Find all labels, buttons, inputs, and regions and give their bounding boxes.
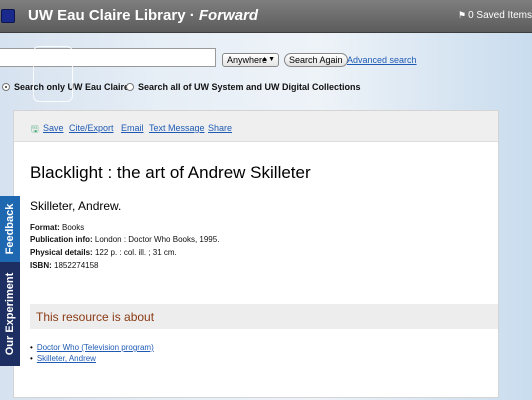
saved-items-link[interactable]: ⚑ 0 Saved Items — [458, 10, 532, 21]
saved-items-icon: ⚑ — [458, 10, 467, 20]
detail-publication: Publication info: London : Doctor Who Bo… — [30, 235, 219, 244]
record-panel: 🖫 Save Cite/Export Email Text Message Sh… — [13, 110, 499, 398]
search-scope-select[interactable]: Anywhere ▲▼ — [222, 53, 279, 67]
detail-publication-label: Publication info: — [30, 235, 93, 244]
site-title[interactable]: UW Eau Claire Library · Forward — [28, 7, 258, 24]
detail-format-label: Format: — [30, 223, 60, 232]
detail-format: Format: Books — [30, 223, 84, 232]
about-section-header: This resource is about — [30, 304, 498, 329]
saved-items-label: 0 Saved Items — [468, 10, 532, 21]
record-author: Skilleter, Andrew. — [30, 199, 122, 213]
save-icon: 🖫 — [31, 124, 39, 134]
save-link[interactable]: Save — [43, 123, 64, 133]
logo-icon — [1, 9, 15, 23]
detail-physical-value: 122 p. : col. ill. ; 31 cm. — [94, 248, 177, 257]
detail-isbn-label: ISBN: — [30, 261, 52, 270]
record-title: Blacklight : the art of Andrew Skilleter — [30, 163, 311, 182]
email-link[interactable]: Email — [121, 123, 144, 133]
detail-physical: Physical details: 122 p. : col. ill. ; 3… — [30, 248, 177, 257]
share-link[interactable]: Share — [208, 123, 232, 133]
radio-label-all: Search all of UW System and UW Digital C… — [138, 82, 361, 92]
detail-isbn-value: 1852274158 — [54, 261, 99, 270]
overlay-outline — [33, 46, 73, 102]
top-bar: UW Eau Claire Library · Forward ⚑ 0 Saved… — [0, 0, 532, 33]
detail-publication-value: London : Doctor Who Books, 1995. — [94, 235, 220, 244]
bullet-icon: • — [30, 343, 33, 352]
title-separator: · — [189, 7, 195, 24]
detail-isbn: ISBN: 1852274158 — [30, 261, 99, 270]
detail-format-value: Books — [62, 223, 85, 232]
record-toolbar: 🖫 Save Cite/Export Email Text Message Sh… — [14, 111, 498, 142]
feedback-tab[interactable]: Feedback — [0, 196, 20, 262]
bullet-icon: • — [30, 354, 33, 363]
text-message-link[interactable]: Text Message — [149, 123, 205, 133]
our-experiment-tab-label: Our Experiment — [4, 272, 16, 356]
site-title-text: UW Eau Claire Library — [28, 7, 186, 24]
detail-physical-label: Physical details: — [30, 248, 93, 257]
list-item: • Skilleter, Andrew — [30, 354, 96, 363]
subject-link-skilleter[interactable]: Skilleter, Andrew — [37, 354, 96, 363]
about-heading: This resource is about — [36, 310, 155, 324]
radio-search-all-uw[interactable] — [126, 83, 134, 91]
cite-export-link[interactable]: Cite/Export — [69, 123, 114, 133]
subject-link-doctor-who[interactable]: Doctor Who (Television program) — [37, 343, 154, 352]
advanced-search-link[interactable]: Advanced search — [347, 55, 417, 65]
feedback-tab-label: Feedback — [4, 203, 16, 255]
our-experiment-tab[interactable]: Our Experiment — [0, 262, 20, 366]
search-again-button[interactable]: Search Again — [284, 53, 348, 67]
list-item: • Doctor Who (Television program) — [30, 343, 154, 352]
radio-search-only-eau-claire[interactable] — [2, 83, 10, 91]
select-arrows-icon: ▲▼ — [261, 56, 275, 63]
site-subtitle: Forward — [198, 7, 259, 24]
